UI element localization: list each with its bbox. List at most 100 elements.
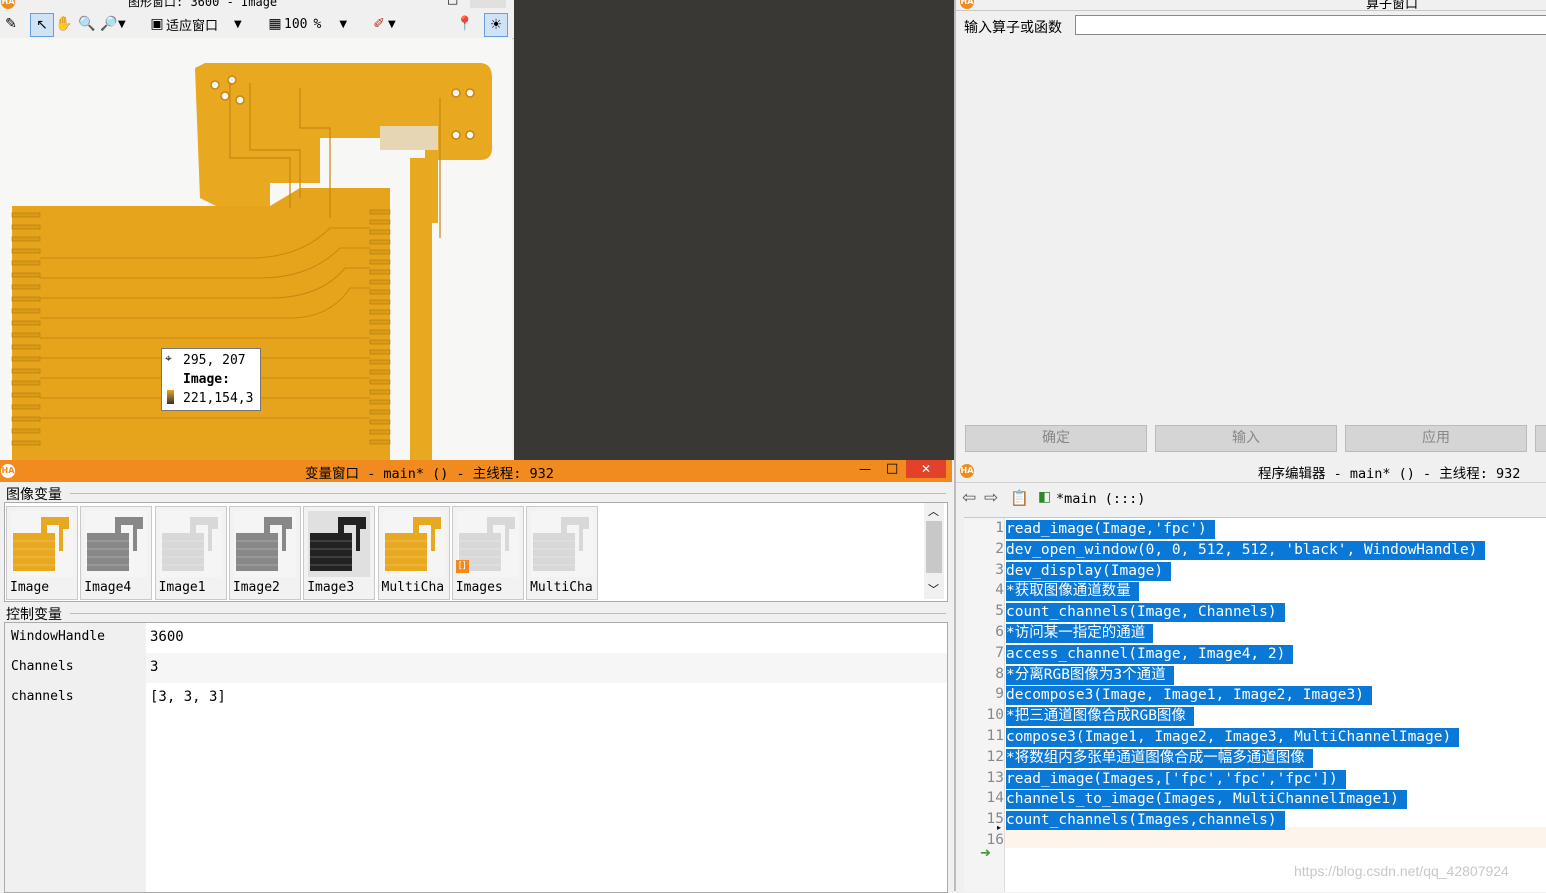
thumbnail-item[interactable]: MultiCha [526, 506, 599, 600]
thumbnail-image [159, 511, 222, 577]
apply-button[interactable]: 应用 [1345, 425, 1527, 452]
thumbnail-label: Image3 [307, 580, 355, 595]
control-variable-value: [3, 3, 3] [150, 689, 226, 705]
control-variables-label: 控制变量 [6, 607, 62, 623]
code-line[interactable]: *获取图像通道数量 [1006, 582, 1139, 602]
code-line[interactable]: compose3(Image1, Image2, Image3, MultiCh… [1006, 728, 1460, 747]
operator-window: HA 算子窗口 输入算子或函数 确定 输入 应用 [954, 0, 1546, 460]
maximize-icon[interactable]: □ [447, 0, 458, 6]
thumbnail-image [85, 511, 148, 577]
thumbnail-image [233, 511, 296, 577]
maximize-icon[interactable]: □ [886, 461, 898, 476]
code-line[interactable]: count_channels(Images,channels) [1006, 811, 1285, 831]
chevron-down-icon: ▼ [234, 18, 242, 30]
thumbnail-item[interactable]: [] Images [451, 506, 524, 600]
settings-icon[interactable]: ☀ [484, 13, 508, 37]
pin-icon[interactable]: 📍 [456, 13, 474, 35]
array-badge-icon: [] [455, 560, 469, 573]
back-arrow-icon[interactable]: ⇦ [962, 488, 976, 508]
thumbnail-item[interactable]: Image2 [228, 506, 301, 600]
thumbnail-image [531, 511, 594, 577]
minimize-icon[interactable]: — [859, 462, 871, 476]
halcon-icon: HA [1, 0, 15, 9]
pointer-icon[interactable]: ↖ [30, 13, 54, 37]
fit-window-label: 适应窗口 [166, 18, 219, 34]
thumbnail-image [11, 511, 73, 577]
line-number: 11 [986, 728, 1004, 744]
thumbnail-item[interactable]: Image1 [154, 506, 227, 600]
variable-window-titlebar: HA 变量窗口 - main* () - 主线程: 932 — □ ✕ [0, 460, 952, 482]
control-variable-row[interactable]: channels [3, 3, 3] [5, 683, 947, 713]
zoom-unit: % [313, 16, 322, 32]
control-variable-name: WindowHandle [11, 629, 105, 644]
forward-arrow-icon[interactable]: ⇨ [984, 488, 998, 508]
minimize-icon[interactable]: — [420, 0, 432, 6]
line-number: 4 [995, 582, 1004, 599]
zoom-window-icon: ▦ [268, 16, 282, 32]
thumbnail-label: Image2 [232, 580, 280, 595]
edit-icon[interactable]: ✎ [2, 13, 20, 35]
thumbnail-label: Image1 [158, 580, 206, 595]
iconic-variables-label: 图像变量 [6, 487, 62, 503]
crosshair-icon: ⌖ [165, 351, 172, 365]
enter-button[interactable]: 输入 [1155, 425, 1337, 452]
thumbnail-label: MultiCha [530, 580, 593, 595]
thumbnail-item[interactable]: Image [6, 506, 78, 600]
close-button[interactable] [470, 0, 506, 8]
thumbnail-label: Image [10, 580, 50, 595]
close-button[interactable]: ✕ [906, 460, 946, 478]
graphics-window: HA 图形窗口: 3600 - Image — □ ✎ ↖ ✋ 🔍 🔎▼ ▣ 适… [0, 0, 514, 460]
line-number: 7 [995, 644, 1004, 661]
hand-icon[interactable]: ✋ [55, 13, 73, 35]
zoom-dropdown[interactable]: ▦ 100 % ▼ [266, 13, 347, 35]
code-area[interactable]: 1 read_image(Image,'fpc') 2 dev_open_window… [964, 517, 1546, 892]
control-variable-row[interactable]: WindowHandle 3600 [5, 623, 947, 653]
watermark: https://blog.csdn.net/qq_42807924 [1294, 863, 1509, 879]
procedure-tab[interactable]: *main (:::) [1056, 491, 1145, 507]
scrollbar-thumb[interactable] [926, 521, 942, 573]
zoom-icon[interactable]: 🔍 [78, 13, 96, 35]
code-line[interactable]: read_image(Images,['fpc','fpc','fpc']) [1006, 769, 1346, 789]
control-variable-value: 3 [150, 659, 159, 675]
code-line[interactable]: *把三通道图像合成RGB图像 [1006, 707, 1194, 727]
code-line[interactable]: dev_display(Image) [1006, 561, 1172, 581]
thumbnail-label: Image4 [84, 580, 132, 595]
code-line[interactable]: read_image(Image,'fpc') [1006, 520, 1215, 539]
halcon-icon: HA [960, 464, 974, 478]
fit-window-dropdown[interactable]: ▣ 适应窗口 ▼ [148, 13, 242, 35]
color-options-icon[interactable]: ✐ ▼ [370, 13, 396, 35]
thumbnail-image [308, 511, 371, 577]
control-variables-table: WindowHandle 3600 Channels 3 channels [3, 3, … [4, 622, 948, 893]
empty-dock-area [514, 0, 954, 460]
ok-button[interactable]: 确定 [965, 425, 1147, 452]
procedure-icon[interactable]: 📋 [1010, 489, 1029, 507]
line-number: 2 [995, 540, 1004, 557]
color-swatch-icon [167, 390, 174, 404]
code-line[interactable]: *将数组内多张单通道图像合成一幅多通道图像 [1006, 748, 1313, 768]
control-variable-row[interactable]: Channels 3 [5, 653, 947, 683]
code-line[interactable]: dev_open_window(0, 0, 512, 512, 'black',… [1006, 540, 1486, 560]
pc-arrow-icon: ➜ [980, 846, 991, 861]
tooltip-pixel-value: 221,154,3 [183, 391, 254, 406]
thumbnail-item[interactable]: MultiCha [377, 506, 450, 600]
code-line[interactable]: channels_to_image(Images, MultiChannelIm… [1006, 790, 1407, 810]
thumbnail-item[interactable]: Image4 [80, 506, 153, 600]
zoom-options-icon[interactable]: 🔎 ▼ [100, 13, 125, 35]
code-line[interactable]: *分离RGB图像为3个通道 [1006, 665, 1174, 685]
line-number: 5 [995, 603, 1004, 620]
code-line[interactable]: access_channel(Image, Image4, 2) [1006, 644, 1294, 664]
code-line[interactable]: *访问某一指定的通道 [1006, 624, 1154, 643]
program-editor-title: 程序编辑器 - main* () - 主线程: 932 [1258, 466, 1521, 482]
control-variable-name: channels [11, 689, 74, 704]
thumbnail-item[interactable]: Image3 [303, 506, 376, 600]
code-line[interactable]: decompose3(Image, Image1, Image2, Image3… [1006, 686, 1372, 706]
code-line[interactable]: count_channels(Image, Channels) [1006, 603, 1285, 623]
help-button[interactable] [1535, 425, 1546, 452]
line-number: 14 [986, 790, 1004, 807]
operator-input[interactable] [1075, 15, 1546, 35]
halcon-icon: HA [1, 464, 15, 478]
thumbnail-image [382, 511, 445, 577]
line-number: 1 [995, 520, 1004, 536]
control-variable-name: Channels [11, 659, 74, 674]
scrollbar[interactable]: ︿ ﹀ [924, 503, 944, 599]
